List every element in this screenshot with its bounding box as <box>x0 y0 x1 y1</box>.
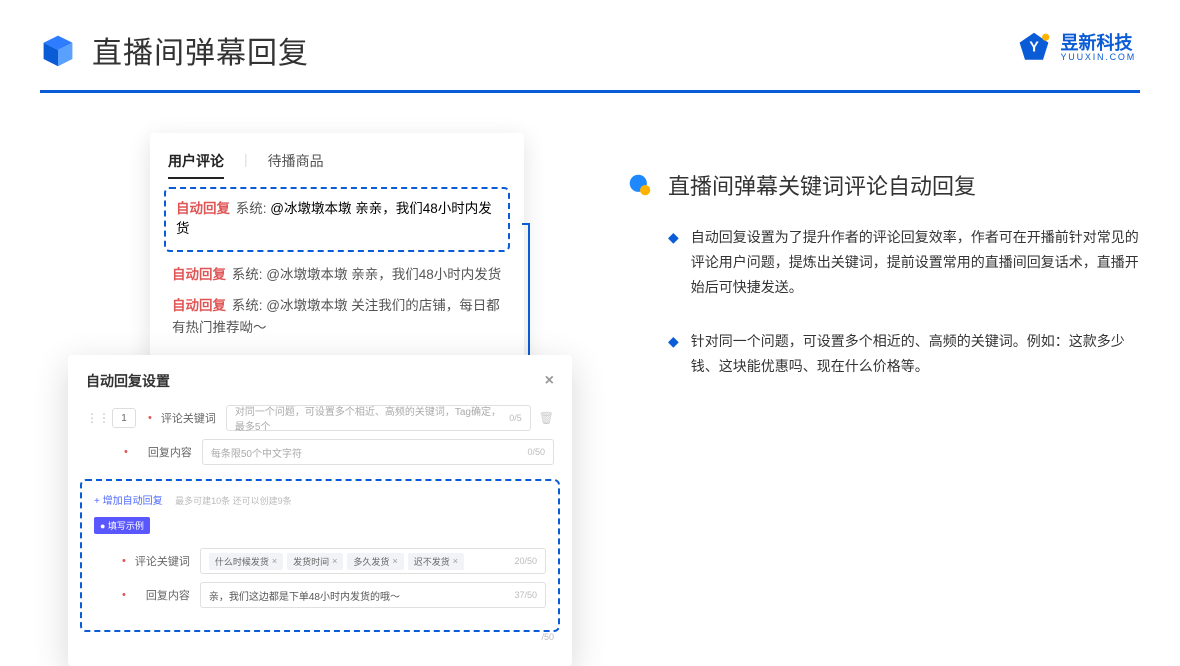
brand-sub: YUUXIN.COM <box>1060 52 1136 62</box>
example-reply-text: 亲，我们这边都是下单48小时内发货的哦～ <box>209 588 400 603</box>
bullet-text: 自动回复设置为了提升作者的评论回复效率，作者可在开播前针对常见的评论用户问题，提… <box>691 225 1140 301</box>
tab-user-comments[interactable]: 用户评论 <box>168 151 224 171</box>
comments-panel: 用户评论 | 待播商品 自动回复 系统: @冰墩墩本墩 亲亲，我们48小时内发货… <box>150 133 524 376</box>
add-auto-reply-link[interactable]: + 增加自动回复 <box>94 496 163 507</box>
auto-reply-settings-modal: 自动回复设置 × ⋮⋮ 1 • 评论关键词 对同一个问题，可设置多个相近、高频的… <box>68 355 572 666</box>
keyword-count: 0/5 <box>509 413 522 423</box>
system-label: 系统: <box>232 298 263 313</box>
comment-line-3: 自动回复 系统: @冰墩墩本墩 关注我们的店铺，每日都有热门推荐呦～ <box>172 295 502 338</box>
add-hint: 最多可建10条 还可以创建9条 <box>175 496 292 506</box>
cube-icon <box>40 32 76 68</box>
required-mark: • <box>124 446 128 458</box>
keyword-chip[interactable]: 多久发货× <box>347 553 403 570</box>
rule-number: 1 <box>112 408 136 428</box>
example-keyword-label: 评论关键词 <box>130 553 190 569</box>
comment-line-2: 自动回复 系统: @冰墩墩本墩 亲亲，我们48小时内发货 <box>172 264 502 286</box>
brand-name: 昱新科技 <box>1060 34 1136 53</box>
page-title: 直播间弹幕回复 <box>92 28 309 72</box>
reply-label: 回复内容 <box>132 444 192 460</box>
input-placeholder: 对同一个问题，可设置多个相近、高频的关键词，Tag确定，最多5个 <box>235 403 509 433</box>
modal-title: 自动回复设置 <box>86 371 170 391</box>
keyword-chip[interactable]: 发货时间× <box>287 553 343 570</box>
example-badge: ● 填写示例 <box>94 517 150 534</box>
tab-separator: | <box>244 151 248 171</box>
comment-body: @冰墩墩本墩 亲亲，我们48小时内发货 <box>266 267 501 282</box>
chat-bubble-icon <box>628 173 652 197</box>
tab-pending-products[interactable]: 待播商品 <box>268 151 324 171</box>
auto-reply-tag: 自动回复 <box>172 267 226 282</box>
keyword-chip[interactable]: 什么时候发货× <box>209 553 283 570</box>
example-keyword-input[interactable]: 什么时候发货× 发货时间× 多久发货× 迟不发货× 20/50 <box>200 548 546 574</box>
section-title: 直播间弹幕关键词评论自动回复 <box>668 169 976 201</box>
auto-reply-tag: 自动回复 <box>176 201 230 216</box>
chip-container: 什么时候发货× 发货时间× 多久发货× 迟不发货× <box>209 553 464 570</box>
bullet-text: 针对同一个问题，可设置多个相近的、高频的关键词。例如：这款多少钱、这块能优惠吗、… <box>691 329 1140 379</box>
keyword-chip[interactable]: 迟不发货× <box>408 553 464 570</box>
delete-icon[interactable]: 🗑 <box>539 411 554 425</box>
example-reply-label: 回复内容 <box>130 587 190 603</box>
example-keyword-count: 20/50 <box>514 556 537 566</box>
outer-count: /50 <box>86 632 554 642</box>
svg-text:Y: Y <box>1030 40 1040 56</box>
example-reply-count: 37/50 <box>514 590 537 600</box>
keyword-input[interactable]: 对同一个问题，可设置多个相近、高频的关键词，Tag确定，最多5个 0/5 <box>226 405 531 431</box>
reply-input[interactable]: 每条限50个中文字符 0/50 <box>202 439 554 465</box>
required-mark: • <box>148 412 152 424</box>
drag-handle-icon[interactable]: ⋮⋮ <box>86 411 110 425</box>
example-reply-input[interactable]: 亲，我们这边都是下单48小时内发货的哦～ 37/50 <box>200 582 546 608</box>
example-section: + 增加自动回复 最多可建10条 还可以创建9条 ● 填写示例 • 评论关键词 … <box>80 479 560 632</box>
reply-count: 0/50 <box>527 447 545 457</box>
diamond-bullet-icon: ◆ <box>668 329 679 379</box>
bullet-2: ◆ 针对同一个问题，可设置多个相近的、高频的关键词。例如：这款多少钱、这块能优惠… <box>628 329 1140 379</box>
brand: Y 昱新科技 YUUXIN.COM <box>1016 30 1136 66</box>
diamond-bullet-icon: ◆ <box>668 225 679 301</box>
input-placeholder: 每条限50个中文字符 <box>211 445 302 460</box>
close-icon[interactable]: × <box>545 372 554 390</box>
brand-logo-icon: Y <box>1016 30 1052 66</box>
system-label: 系统: <box>236 201 267 216</box>
system-label: 系统: <box>232 267 263 282</box>
required-mark: • <box>122 555 126 567</box>
bullet-1: ◆ 自动回复设置为了提升作者的评论回复效率，作者可在开播前针对常见的评论用户问题… <box>628 225 1140 301</box>
auto-reply-tag: 自动回复 <box>172 298 226 313</box>
keyword-label: 评论关键词 <box>156 410 216 426</box>
highlighted-comment: 自动回复 系统: @冰墩墩本墩 亲亲，我们48小时内发货 <box>164 187 510 252</box>
required-mark: • <box>122 589 126 601</box>
